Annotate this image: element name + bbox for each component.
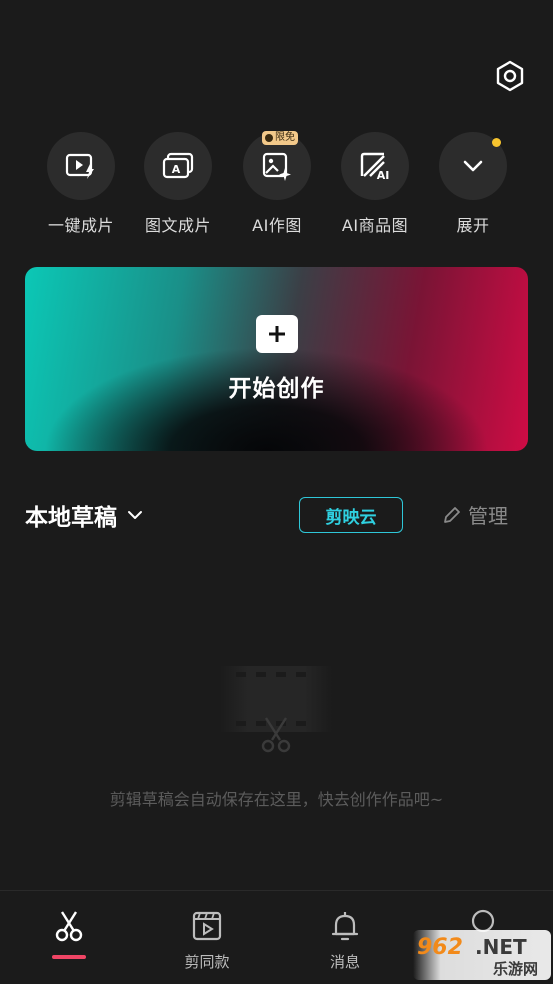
empty-drafts-message: 剪辑草稿会自动保存在这里，快去创作作品吧~: [109, 790, 444, 809]
scissors-icon: [55, 911, 83, 942]
svg-text:962: 962: [417, 935, 463, 960]
tool-text-to-video-circle[interactable]: A: [144, 132, 212, 200]
tab-label: 消息: [329, 953, 360, 971]
free-badge-text: 限免: [275, 132, 295, 143]
text-to-video-icon: A: [162, 152, 194, 179]
start-creation-label: 开始创作: [228, 376, 325, 402]
tool-text-to-video[interactable]: A 图文成片: [133, 132, 223, 236]
tool-label: AI作图: [252, 216, 302, 235]
free-badge: 限免: [262, 131, 298, 145]
tool-label: 展开: [456, 216, 490, 235]
active-tab-indicator: [52, 955, 86, 959]
manage-button[interactable]: 管理: [442, 500, 508, 529]
watermark-logo: 962 .NET 乐游网: [417, 935, 538, 978]
quick-tools: 一键成片 A 图文成片 限免 AI作图 AI AI商品图 展开: [0, 131, 553, 242]
svg-text:AI: AI: [377, 169, 390, 182]
pencil-icon: [444, 506, 460, 523]
manage-label: 管理: [468, 504, 508, 528]
site-watermark: 962 .NET 乐游网: [413, 930, 551, 980]
tool-ai-image[interactable]: 限免 AI作图: [232, 131, 322, 236]
tab-messages[interactable]: 消息: [300, 909, 390, 972]
tool-one-click-video[interactable]: 一键成片: [36, 132, 126, 236]
tool-expand[interactable]: 展开: [428, 132, 518, 236]
cloud-button-label: 剪映云: [325, 507, 377, 528]
tool-one-click-video-circle[interactable]: [47, 132, 115, 200]
start-creation-card[interactable]: 开始创作: [25, 267, 528, 451]
svg-text:乐游网: 乐游网: [493, 960, 538, 978]
tab-templates[interactable]: 剪同款: [162, 909, 252, 972]
empty-film-illustration: [220, 666, 332, 756]
drafts-dropdown[interactable]: 本地草稿: [25, 498, 143, 532]
tool-label: AI商品图: [341, 216, 409, 235]
tool-expand-circle[interactable]: [439, 132, 507, 200]
notification-dot: [492, 138, 501, 147]
tool-ai-product-image-circle[interactable]: AI: [341, 132, 409, 200]
svg-text:A: A: [172, 163, 181, 176]
hexagon-settings-icon: [496, 60, 524, 92]
clock-icon: [265, 134, 273, 142]
chevron-down-icon: [463, 160, 483, 172]
cloud-button[interactable]: 剪映云: [299, 497, 403, 533]
tab-label: 剪同款: [184, 953, 230, 971]
svg-text:.NET: .NET: [475, 935, 527, 959]
settings-button[interactable]: [492, 58, 528, 94]
tool-label: 一键成片: [47, 216, 114, 235]
tool-ai-product-image[interactable]: AI AI商品图: [330, 132, 420, 236]
plus-icon: [255, 315, 298, 353]
one-click-video-icon: [65, 153, 94, 179]
tool-label: 图文成片: [144, 216, 211, 235]
bell-icon: [331, 912, 359, 941]
ai-image-icon: [262, 152, 291, 181]
template-icon: [192, 911, 222, 941]
tab-edit[interactable]: [24, 909, 114, 959]
ai-product-image-icon: AI: [360, 152, 390, 182]
chevron-down-icon: [128, 511, 142, 519]
drafts-title: 本地草稿: [25, 505, 117, 531]
